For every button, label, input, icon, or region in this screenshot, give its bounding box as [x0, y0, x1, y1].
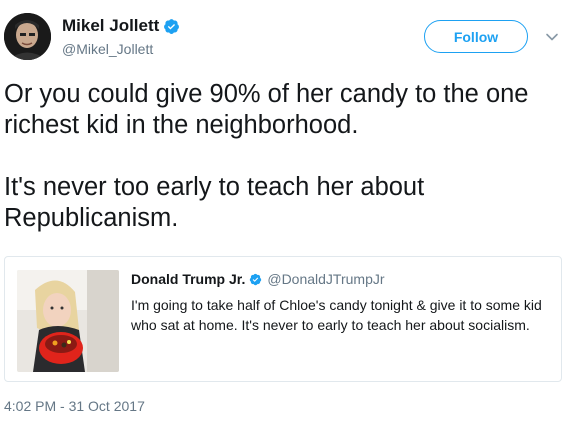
- quoted-tweet-card[interactable]: Donald Trump Jr. @DonaldJTrumpJr I'm goi…: [4, 256, 562, 382]
- quoted-author-handle: @DonaldJTrumpJr: [267, 271, 385, 287]
- author-info: Mikel Jollett @Mikel_Jollett: [62, 15, 180, 57]
- follow-button[interactable]: Follow: [424, 20, 528, 53]
- quoted-tweet-media[interactable]: [17, 270, 119, 372]
- tweet-timestamp[interactable]: 4:02 PM - 31 Oct 2017: [4, 398, 145, 414]
- chevron-down-icon[interactable]: [545, 30, 559, 44]
- verified-badge-icon: [250, 273, 262, 285]
- tweet-text: Or you could give 90% of her candy to th…: [4, 80, 529, 232]
- author-display-name[interactable]: Mikel Jollett: [62, 16, 159, 36]
- quoted-tweet-header: Donald Trump Jr. @DonaldJTrumpJr: [131, 271, 385, 287]
- author-handle[interactable]: @Mikel_Jollett: [62, 41, 180, 57]
- avatar-photo-icon: [4, 13, 51, 60]
- author-avatar[interactable]: [4, 13, 51, 60]
- author-name-row: Mikel Jollett: [62, 15, 180, 37]
- quoted-tweet-text: I'm going to take half of Chloe's candy …: [131, 297, 542, 333]
- child-with-candy-bowl-photo-icon: [17, 270, 119, 372]
- verified-badge-icon: [164, 18, 180, 34]
- quoted-author-display-name: Donald Trump Jr.: [131, 271, 246, 287]
- tweet-header: Mikel Jollett @Mikel_Jollett Follow: [0, 0, 585, 70]
